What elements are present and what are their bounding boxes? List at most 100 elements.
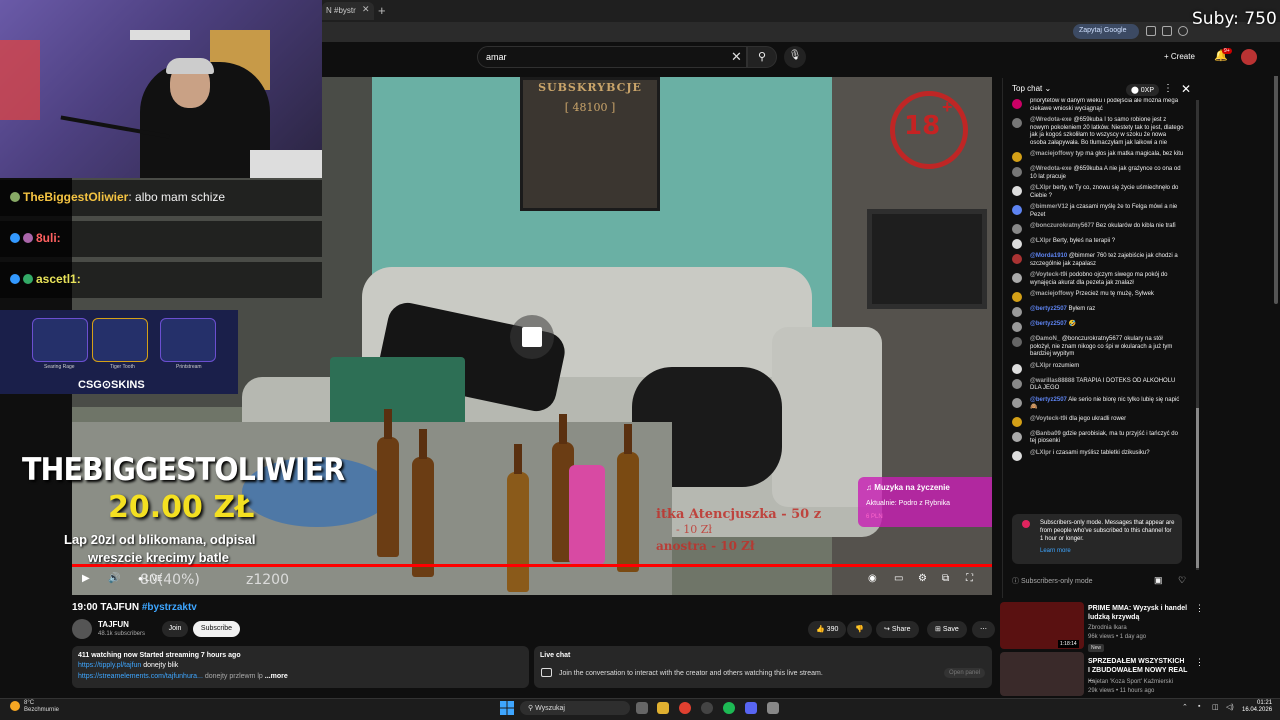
ask-google-button[interactable]: Zapytaj Google: [1073, 24, 1139, 39]
chat-author[interactable]: @maciejoffowy: [1030, 151, 1074, 157]
chat-author-avatar[interactable]: [1012, 186, 1022, 196]
chat-author-avatar[interactable]: [1012, 205, 1022, 215]
translate-icon[interactable]: [1146, 26, 1156, 36]
chat-message[interactable]: @bertyz2507 Byłem raz: [1012, 306, 1184, 317]
close-icon[interactable]: ✕: [1181, 82, 1191, 96]
weather-icon[interactable]: [10, 701, 20, 711]
video-title-hashtag[interactable]: #bystrzaktv: [142, 602, 197, 613]
search-input[interactable]: amar: [477, 46, 747, 68]
more-options-icon[interactable]: ⋮: [1195, 657, 1204, 668]
money-icon[interactable]: ▣: [1154, 575, 1163, 586]
voice-search-icon[interactable]: 🎙: [784, 46, 806, 68]
chat-author-avatar[interactable]: [1012, 167, 1022, 177]
tab-close-icon[interactable]: ✕: [362, 4, 370, 15]
chat-author[interactable]: @Wredota-exe: [1030, 117, 1072, 123]
chat-message[interactable]: @Voyteck-t9i dla jego ukradli rower: [1012, 416, 1184, 427]
discord-icon[interactable]: [745, 702, 757, 714]
chat-message[interactable]: @LXlpr i czasami myślisz tabletki dzikus…: [1012, 450, 1184, 461]
join-button[interactable]: Join: [162, 621, 188, 637]
fullscreen-icon[interactable]: ⛶: [966, 573, 973, 584]
chat-message[interactable]: @Voyteck-t9i podobno ojczym siwego ma po…: [1012, 272, 1184, 287]
volume-tray-icon[interactable]: ◁): [1226, 703, 1234, 711]
steam-icon[interactable]: [701, 702, 713, 714]
app-icon[interactable]: [767, 702, 779, 714]
dislike-button[interactable]: 👎: [847, 621, 872, 638]
recommended-thumbnail[interactable]: [1000, 652, 1084, 696]
channel-name[interactable]: TAJFUN: [98, 620, 129, 629]
chat-message[interactable]: @LXlpr Berty, byłeś na terapii ?: [1012, 238, 1184, 249]
chat-author-avatar[interactable]: [1012, 307, 1022, 317]
chat-message[interactable]: @maciejoffowy Przecież mu tę mużę, Sylwe…: [1012, 291, 1184, 302]
recommended-channel[interactable]: Zbrodnia Ikara: [1088, 624, 1127, 632]
chat-author[interactable]: @Morda1910: [1030, 253, 1067, 259]
chat-author[interactable]: @bimmerV12: [1030, 204, 1068, 210]
chat-author[interactable]: @LXlpr: [1030, 363, 1051, 369]
chat-author[interactable]: @DamoN_: [1030, 336, 1060, 342]
share-button[interactable]: ↪ Share: [876, 621, 919, 638]
chat-author-avatar[interactable]: [1012, 322, 1022, 332]
learn-more-link[interactable]: Learn more: [1040, 548, 1071, 554]
settings-gear-icon[interactable]: ⚙: [918, 573, 927, 584]
more-options-icon[interactable]: ⋮: [1195, 603, 1204, 614]
chat-message[interactable]: @Banba09 gdzie parobisiak, ma tu przyjść…: [1012, 431, 1184, 446]
file-explorer-icon[interactable]: [657, 702, 669, 714]
chat-message[interactable]: @warillas88888 TARAPIA I DOTEKS OD ALKOH…: [1012, 378, 1184, 393]
spotify-icon[interactable]: [723, 702, 735, 714]
chat-author[interactable]: @Voyteck-t9i: [1030, 416, 1067, 422]
miniplayer-icon[interactable]: ⧉: [942, 573, 949, 584]
account-avatar[interactable]: [1241, 49, 1257, 65]
chat-author-avatar[interactable]: [1012, 337, 1022, 347]
create-button[interactable]: + Create: [1158, 48, 1201, 66]
network-icon[interactable]: ◫: [1212, 703, 1219, 711]
bookmark-star-icon[interactable]: [1178, 26, 1188, 36]
chat-author[interactable]: @Banba09: [1030, 431, 1061, 437]
taskbar-search[interactable]: ⚲ Wyszukaj: [520, 701, 630, 715]
chat-author-avatar[interactable]: [1012, 363, 1022, 374]
task-view-icon[interactable]: [636, 702, 648, 714]
chat-message[interactable]: @bertyz2507 Ale serio nie biorę nic tylk…: [1012, 397, 1184, 412]
recommended-title[interactable]: PRIME MMA: Wyzysk i handel ludzką krzywd…: [1088, 604, 1188, 622]
recommended-channel[interactable]: Kajetan 'Koza Sport' Kaźmierski: [1088, 678, 1173, 686]
open-panel-button[interactable]: Open panel: [944, 668, 986, 678]
chat-message[interactable]: priorytetów w danym wieku i podejścia al…: [1012, 98, 1184, 113]
chat-message[interactable]: @Wredota-exe @659kuba I to samo robione …: [1012, 117, 1184, 147]
tray-icon[interactable]: ▪: [1198, 703, 1200, 710]
chat-author-avatar[interactable]: [1012, 99, 1022, 109]
chat-author-avatar[interactable]: [1012, 118, 1022, 128]
taskbar-clock[interactable]: 01:21 16.04.2026: [1242, 700, 1272, 714]
chat-author-avatar[interactable]: [1012, 292, 1022, 302]
search-button[interactable]: ⚲: [747, 46, 777, 68]
clear-search-icon[interactable]: ✕: [731, 49, 742, 65]
chat-message[interactable]: @Morda1910 @bimmer 760 też zajebiście ja…: [1012, 253, 1184, 268]
subscribe-button[interactable]: Subscribe: [193, 621, 240, 637]
chat-author[interactable]: @LXlpr: [1030, 450, 1051, 456]
new-tab-icon[interactable]: +: [378, 3, 386, 18]
channel-avatar[interactable]: [72, 619, 92, 639]
heart-icon[interactable]: ♡: [1178, 575, 1186, 586]
chat-message[interactable]: @LXlpr berty, w Ty co, znowu się życie u…: [1012, 185, 1184, 200]
chat-author-avatar[interactable]: [1012, 416, 1022, 427]
chat-author[interactable]: @bonczurokratny5677: [1030, 223, 1094, 229]
windows-start-icon[interactable]: [500, 701, 514, 715]
chat-scrollbar-thumb[interactable]: [1196, 408, 1199, 568]
description-link[interactable]: https://tipply.pl/tajfun: [78, 662, 141, 669]
chat-message[interactable]: @Wredota-exe @659kuba A nie jak grażynce…: [1012, 166, 1184, 181]
chat-author[interactable]: @Voyteck-t9i: [1030, 272, 1067, 278]
xp-badge[interactable]: ⬤ 0XP: [1126, 84, 1160, 96]
chat-message[interactable]: @bimmerV12 ja czasami myślę że to Felga …: [1012, 204, 1184, 219]
chat-message[interactable]: @bonczurokratny5677 Bez okularów do kibl…: [1012, 223, 1184, 234]
chat-author-avatar[interactable]: [1012, 224, 1022, 234]
chat-author[interactable]: @maciejoffowy: [1030, 291, 1074, 297]
page-scrollbar[interactable]: [1274, 44, 1278, 304]
chat-author[interactable]: @bertyz2507: [1030, 306, 1067, 312]
tray-chevron-icon[interactable]: ⌃: [1182, 703, 1188, 711]
chat-author-avatar[interactable]: [1012, 273, 1022, 283]
chat-author-avatar[interactable]: [1012, 397, 1022, 408]
chat-author[interactable]: @Wredota-exe: [1030, 166, 1072, 172]
like-button[interactable]: 👍 390: [808, 621, 847, 638]
chat-author-avatar[interactable]: [1012, 450, 1022, 461]
save-button[interactable]: ⊞ Save: [927, 621, 967, 638]
autoplay-icon[interactable]: ◉: [868, 573, 877, 584]
chat-author[interactable]: @bertyz2507: [1030, 321, 1067, 327]
chat-message[interactable]: @bertyz2507 🤣: [1012, 321, 1184, 332]
